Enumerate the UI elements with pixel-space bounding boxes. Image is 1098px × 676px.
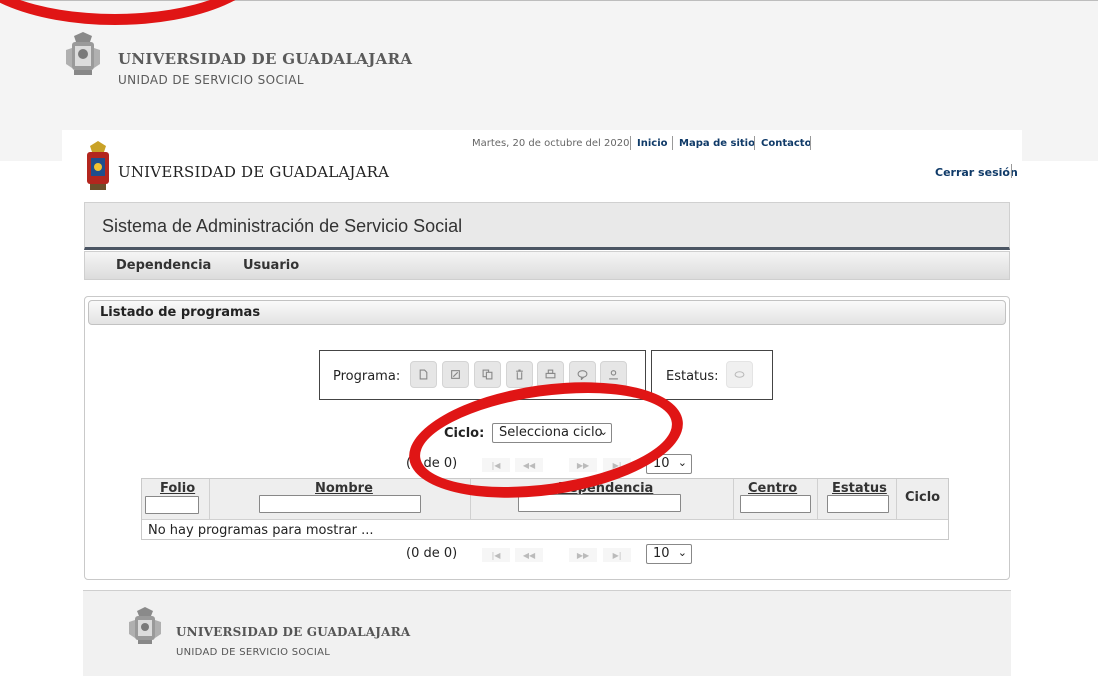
link-mapa-de-sitio[interactable]: Mapa de sitio <box>679 138 755 149</box>
university-crest-logo <box>129 607 161 644</box>
folio-filter-input[interactable] <box>145 496 199 514</box>
inner-logo-title: UNIVERSIDAD DE GUADALAJARA <box>118 163 390 181</box>
delete-icon <box>516 369 523 380</box>
last-page-icon: ▶| <box>612 550 622 560</box>
new-program-button[interactable] <box>410 361 437 388</box>
estatus-label: Estatus: <box>666 369 719 384</box>
first-page-button[interactable]: |◀ <box>482 548 510 562</box>
university-crest-logo <box>87 141 109 190</box>
chevron-down-icon: ⌄ <box>677 546 687 559</box>
outer-logo-subtitle: UNIDAD DE SERVICIO SOCIAL <box>118 73 304 87</box>
panel-title: Listado de programas <box>100 305 261 320</box>
column-header-centro[interactable]: Centro <box>748 481 797 496</box>
copy-program-button[interactable] <box>474 361 501 388</box>
status-icon <box>734 371 745 378</box>
prev-page-button[interactable]: ◀◀ <box>515 548 543 562</box>
column-separator <box>817 479 818 519</box>
main-menu <box>84 251 1010 280</box>
column-header-estatus[interactable]: Estatus <box>832 481 887 496</box>
edit-icon <box>451 370 460 379</box>
logout-link[interactable]: Cerrar sesión <box>935 166 1018 179</box>
delete-program-button[interactable] <box>506 361 533 388</box>
menu-item-dependencia[interactable]: Dependencia <box>116 258 211 273</box>
empty-table-message: No hay programas para mostrar ... <box>148 523 374 538</box>
menu-item-usuario[interactable]: Usuario <box>243 258 299 273</box>
estatus-filter-input[interactable] <box>827 495 889 513</box>
footer-logo-subtitle: UNIDAD DE SERVICIO SOCIAL <box>176 647 331 658</box>
user-icon <box>609 370 618 380</box>
comment-icon <box>577 370 588 380</box>
link-separator <box>1011 164 1012 178</box>
link-contacto[interactable]: Contacto <box>761 138 811 149</box>
link-separator <box>672 136 673 150</box>
date-text: Martes, 20 de octubre del 2020 <box>472 138 630 149</box>
link-separator <box>630 136 631 150</box>
row-separator <box>142 519 948 520</box>
nombre-filter-input[interactable] <box>259 495 421 513</box>
page-size-select-bottom[interactable]: 10 ⌄ <box>646 544 692 564</box>
column-separator <box>896 479 897 519</box>
dependencia-filter-input[interactable] <box>518 494 681 512</box>
programa-label: Programa: <box>333 369 401 384</box>
footer-logo-title: UNIVERSIDAD DE GUADALAJARA <box>176 625 411 639</box>
status-button[interactable] <box>726 361 753 388</box>
copy-icon <box>482 369 493 380</box>
next-page-icon: ▶▶ <box>576 550 590 560</box>
first-page-icon: |◀ <box>491 550 501 560</box>
link-inicio[interactable]: Inicio <box>637 138 668 149</box>
new-icon <box>419 369 428 380</box>
link-separator <box>810 136 811 150</box>
centro-filter-input[interactable] <box>740 495 811 513</box>
print-icon <box>545 369 556 379</box>
next-page-button[interactable]: ▶▶ <box>569 548 597 562</box>
university-crest-logo <box>66 32 100 75</box>
pager-count-bottom: (0 de 0) <box>406 546 458 561</box>
chevron-down-icon: ⌄ <box>677 456 687 469</box>
outer-logo-title: UNIVERSIDAD DE GUADALAJARA <box>118 50 413 68</box>
column-header-nombre[interactable]: Nombre <box>315 481 373 496</box>
system-title: Sistema de Administración de Servicio So… <box>102 216 463 236</box>
column-separator <box>209 479 210 519</box>
column-header-folio[interactable]: Folio <box>160 481 195 496</box>
column-header-ciclo: Ciclo <box>905 490 941 505</box>
prev-page-icon: ◀◀ <box>522 550 536 560</box>
link-separator <box>754 136 755 150</box>
edit-program-button[interactable] <box>442 361 469 388</box>
page-size-value: 10 <box>653 546 670 561</box>
last-page-button[interactable]: ▶| <box>603 548 631 562</box>
column-separator <box>733 479 734 519</box>
